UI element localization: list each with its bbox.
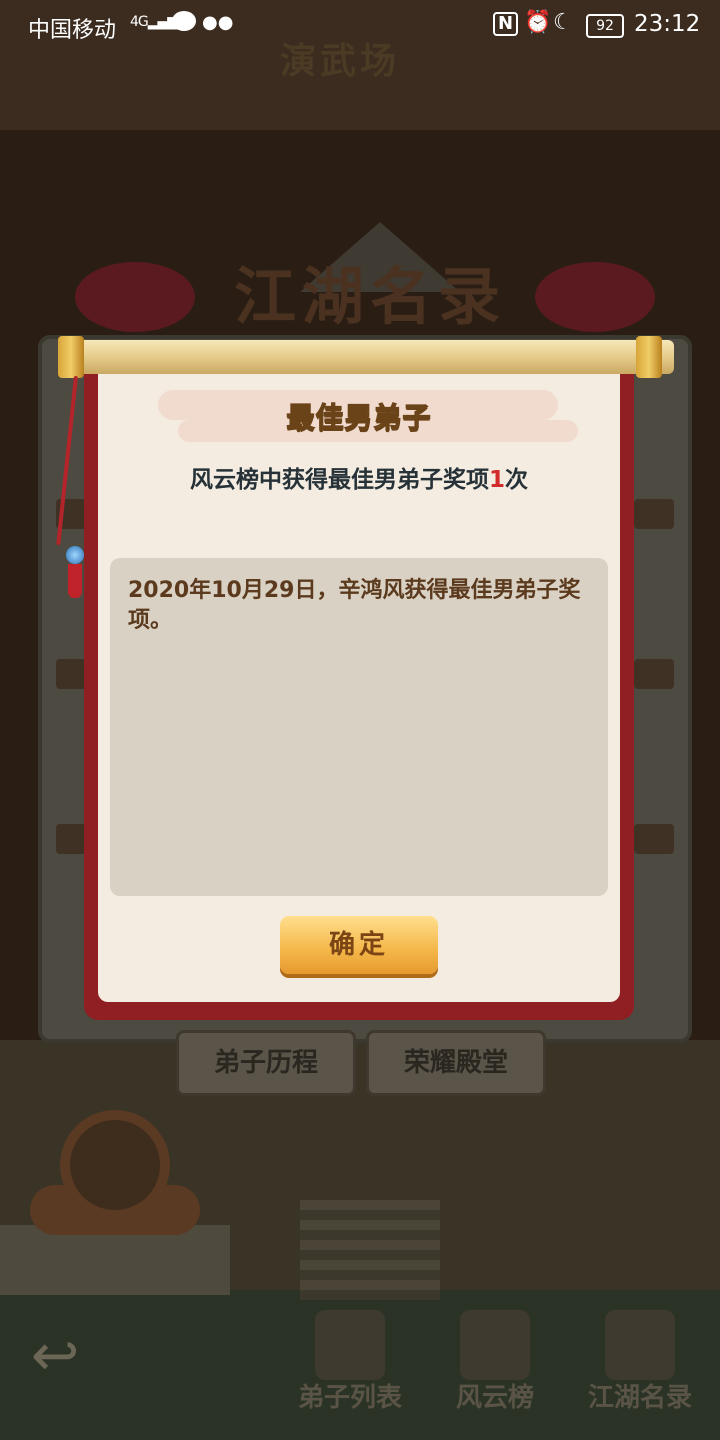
alarm-icon: ⏰ (524, 10, 552, 35)
network-type: 4G (130, 14, 149, 30)
nav-label: 弟子列表 (297, 1383, 402, 1413)
stone-bench (0, 1225, 230, 1295)
carrier-name: 中国移动 (28, 18, 117, 43)
do-not-disturb-icon: ☾ (553, 10, 573, 35)
wechat-icon: ●● (202, 12, 234, 33)
summary-suffix: 次 (505, 467, 528, 493)
shelf (634, 824, 674, 854)
message-icon (172, 11, 196, 31)
bottom-nav: 弟子列表 风云榜 江湖名录 (280, 1300, 720, 1420)
award-record-box: 2020年10月29日，辛鸿风获得最佳男弟子奖项。 (110, 558, 608, 896)
summary-text: 风云榜中获得最佳男弟子奖项 (189, 467, 489, 493)
confirm-button[interactable]: 确定 (280, 916, 438, 974)
ranking-scroll-icon (460, 1310, 530, 1380)
battery-icon: 92 (586, 14, 624, 38)
nav-item-ranking[interactable]: 风云榜 (425, 1300, 565, 1420)
award-summary: 风云榜中获得最佳男弟子奖项1次 (98, 460, 620, 494)
scroll-rod-cap (636, 336, 662, 378)
disciple-icon (315, 1310, 385, 1380)
blossom-decoration (75, 262, 195, 332)
nfc-icon: N (493, 12, 519, 36)
stairs (300, 1200, 440, 1300)
tassel-icon (68, 564, 82, 598)
nav-item-disciple-list[interactable]: 弟子列表 (280, 1300, 420, 1420)
gong-icon (60, 1110, 170, 1220)
clock-time: 23:12 (634, 11, 701, 37)
tab-hall-of-glory[interactable]: 荣耀殿堂 (366, 1030, 546, 1096)
tassel-bead (66, 546, 84, 564)
back-button[interactable]: ↩ (15, 1320, 95, 1390)
shelf (634, 499, 674, 529)
nav-item-jianghu-roster[interactable]: 江湖名录 (570, 1300, 710, 1420)
dialog-paper: 最佳男弟子 风云榜中获得最佳男弟子奖项1次 2020年10月29日，辛鸿风获得最… (98, 368, 620, 1002)
back-arrow-icon: ↩ (30, 1321, 80, 1389)
nav-label: 江湖名录 (587, 1383, 692, 1413)
award-record-text: 2020年10月29日，辛鸿风获得最佳男弟子奖项。 (128, 578, 581, 633)
panel-title: 江湖名录 (233, 260, 506, 333)
book-icon (605, 1310, 675, 1380)
award-count: 1 (488, 467, 505, 493)
nav-label: 风云榜 (455, 1383, 534, 1413)
status-bar: 中国移动 4G▂▄▆█ ●● N ⏰ ☾ 92 23:12 (0, 0, 720, 50)
tab-disciple-history[interactable]: 弟子历程 (176, 1030, 356, 1096)
shelf (634, 659, 674, 689)
dialog-title: 最佳男弟子 (286, 400, 432, 434)
scroll-rod (58, 340, 674, 374)
award-dialog: 最佳男弟子 风云榜中获得最佳男弟子奖项1次 2020年10月29日，辛鸿风获得最… (84, 368, 634, 1020)
blossom-decoration (535, 262, 655, 332)
scroll-rod-cap (58, 336, 84, 378)
